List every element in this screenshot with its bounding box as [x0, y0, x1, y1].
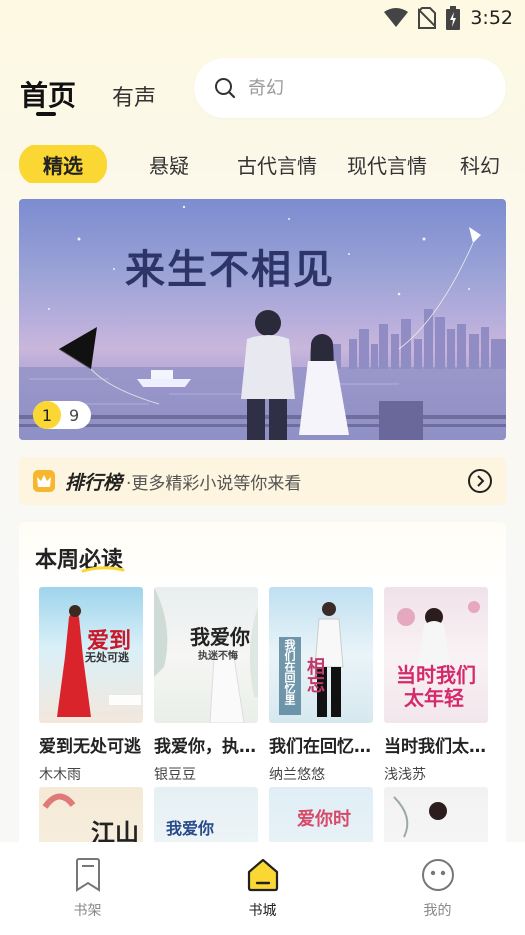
nav-label: 书城	[248, 903, 277, 919]
bookmark-icon	[75, 858, 100, 892]
ranking-bar[interactable]: 排行榜 ·更多精彩小说等你来看	[19, 457, 506, 505]
book-list: 爱到 无处可逃 爱到无处可逃 木木雨 我爱你 执迷不悔 我爱你，执迷不悔 银豆豆	[39, 587, 499, 784]
crown-icon	[33, 470, 55, 492]
book-title: 我们在回忆里相忘	[269, 737, 379, 757]
weekly-section: 本周必读 爱到 无处可逃 爱到无处可逃 木木雨 我爱你 执迷不悔 我爱你，执迷 …	[19, 522, 506, 852]
book-cover-title: 我爱你	[190, 625, 250, 649]
category-tabs: 精选 悬疑 古代言情 现代言情 科幻	[19, 145, 525, 183]
category-suspense[interactable]: 悬疑	[149, 150, 189, 179]
banner-carousel[interactable]: 来生不相见 1 9	[19, 199, 506, 440]
book-cover-title: 爱你时	[297, 809, 351, 830]
search-bar[interactable]	[194, 58, 506, 118]
book-title: 爱到无处可逃	[39, 737, 141, 757]
book-card[interactable]: 我爱你 执迷不悔 我爱你，执迷不悔 银豆豆	[154, 587, 264, 784]
book-cover-subtitle: 我们在回忆里	[283, 639, 296, 705]
book-card[interactable]: 相忘 我们在回忆里 我们在回忆里相忘 纳兰悠悠	[269, 587, 379, 784]
nav-bookstore[interactable]: 书城	[175, 842, 350, 935]
no-sim-icon	[418, 7, 437, 29]
book-cover[interactable]: 当时我们 太年轻	[384, 587, 488, 723]
category-modern-romance[interactable]: 现代言情	[347, 150, 427, 179]
status-bar: 3:52	[0, 0, 525, 36]
banner-title: 来生不相见	[125, 246, 335, 293]
banner-page-indicator: 1 9	[33, 401, 92, 429]
ranking-title: 排行榜	[65, 471, 123, 494]
book-cover-subtitle: 执迷不悔	[198, 651, 238, 662]
book-title: 我爱你，执迷不悔	[154, 737, 264, 757]
book-author: 浅浅苏	[384, 767, 426, 783]
search-input[interactable]	[248, 77, 448, 99]
book-author: 纳兰悠悠	[269, 767, 325, 783]
wifi-icon	[384, 8, 409, 27]
book-cover[interactable]: 相忘 我们在回忆里	[269, 587, 373, 723]
book-author: 木木雨	[39, 767, 81, 783]
book-cover[interactable]: 爱到 无处可逃	[39, 587, 143, 723]
battery-charging-icon	[446, 6, 461, 30]
book-author: 银豆豆	[154, 767, 196, 783]
ranking-subtitle: ·更多精彩小说等你来看	[126, 473, 302, 494]
category-featured[interactable]: 精选	[19, 145, 107, 183]
tab-active-indicator	[36, 112, 56, 116]
bookstore-icon	[247, 858, 278, 892]
profile-face-icon	[421, 859, 454, 891]
book-card[interactable]: 爱到 无处可逃 爱到无处可逃 木木雨	[39, 587, 143, 784]
category-scifi[interactable]: 科幻	[460, 150, 500, 179]
book-cover[interactable]: 我爱你 执迷不悔	[154, 587, 258, 723]
book-cover-title: 我爱你	[166, 819, 215, 838]
chevron-right-circle-icon[interactable]	[468, 469, 492, 493]
bottom-navigation: 书架 书城 我的	[0, 842, 525, 935]
category-ancient-romance[interactable]: 古代言情	[237, 150, 317, 179]
nav-label: 我的	[423, 903, 452, 919]
status-time: 3:52	[470, 7, 513, 29]
nav-label: 书架	[73, 903, 102, 919]
title-underline-decoration	[81, 566, 125, 573]
book-cover-subtitle: 太年轻	[404, 686, 464, 710]
nav-profile[interactable]: 我的	[350, 842, 525, 935]
banner-illustration	[19, 205, 506, 440]
search-icon	[215, 78, 236, 99]
book-card[interactable]: 当时我们 太年轻 当时我们太年轻 浅浅苏	[384, 587, 494, 784]
tab-audio[interactable]: 有声	[112, 80, 156, 112]
tab-home[interactable]: 首页	[20, 74, 76, 114]
book-title: 当时我们太年轻	[384, 737, 494, 757]
indicator-total: 9	[69, 405, 80, 425]
book-cover-title: 相忘	[304, 657, 325, 693]
indicator-current: 1	[33, 401, 61, 429]
book-cover-subtitle: 无处可逃	[85, 651, 129, 664]
header: 首页 有声	[0, 58, 525, 120]
nav-bookshelf[interactable]: 书架	[0, 842, 175, 935]
